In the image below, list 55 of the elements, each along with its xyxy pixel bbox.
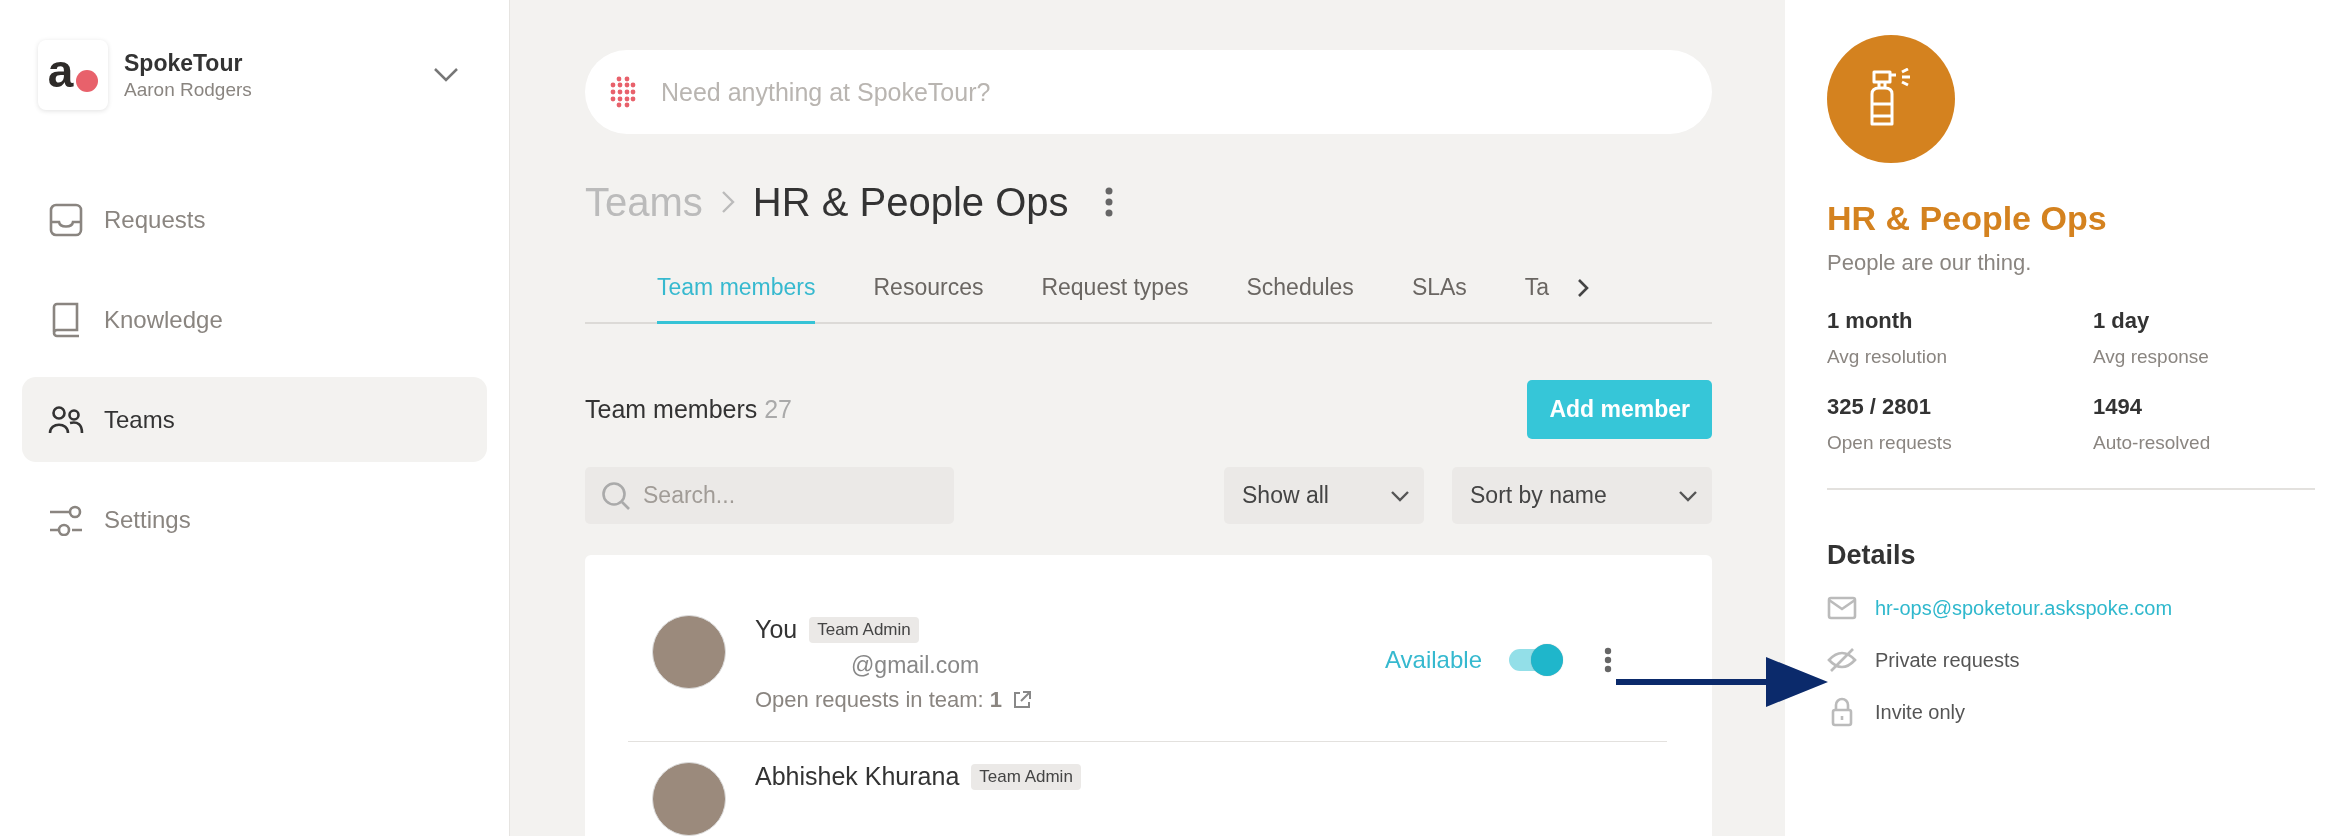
stat-label: Avg resolution [1827, 346, 1949, 368]
tab[interactable]: Resources [873, 254, 984, 324]
nav-item[interactable]: Settings [22, 477, 487, 562]
chevron-down-icon [1390, 489, 1410, 502]
chevron-right-icon[interactable] [1577, 278, 1590, 298]
role-tag: Team Admin [971, 763, 1081, 790]
member-email: @gmail.com [850, 652, 981, 679]
detail-text: Invite only [1875, 700, 1966, 724]
nav-item[interactable]: Knowledge [22, 277, 487, 362]
detail-text: Private requests [1875, 648, 2020, 672]
role-tag: Team Admin [809, 616, 919, 643]
availability-label: Available [1385, 646, 1482, 674]
page-title: HR & People Ops [752, 179, 1069, 225]
member-name: Abhishek Khurana [755, 762, 960, 791]
ask-input[interactable]: Need anything at SpokeTour? [659, 76, 1712, 108]
sort-dropdown[interactable]: Sort by name [1452, 467, 1712, 524]
sliders-icon [48, 503, 84, 536]
chevron-right-icon [720, 190, 735, 214]
chevron-down-icon [1678, 489, 1698, 502]
tab[interactable]: Request types [1041, 254, 1189, 324]
member-name: You [755, 615, 798, 644]
mail-icon [1827, 596, 1857, 620]
tab[interactable]: SLAs [1411, 254, 1467, 324]
inbox-icon [48, 202, 84, 237]
external-link-icon[interactable] [1012, 690, 1033, 710]
stat-label: Open requests [1827, 432, 1953, 454]
eye-slash-icon [1827, 647, 1857, 673]
team-name: HR & People Ops [1827, 199, 2108, 238]
section-title: Team members 27 [585, 395, 793, 424]
search-icon [601, 480, 631, 511]
dots-logo-icon [609, 76, 637, 108]
stat-value: 1 day [2093, 308, 2151, 334]
more-icon[interactable] [1104, 187, 1113, 217]
filter-dropdown[interactable]: Show all [1224, 467, 1424, 524]
nav-item[interactable]: Teams [22, 377, 487, 462]
workspace-logo: a [38, 40, 108, 110]
team-tagline: People are our thing. [1827, 250, 2033, 276]
tab[interactable]: Ta [1524, 254, 1550, 324]
stat-label: Avg response [2093, 346, 2210, 368]
stat-value: 1 month [1827, 308, 1914, 334]
tab[interactable]: Schedules [1246, 254, 1354, 324]
stat-value: 1494 [2093, 394, 2143, 420]
search-field[interactable]: Search... [585, 467, 954, 524]
workspace-name: SpokeTour [124, 49, 244, 77]
stat-value: 325 / 2801 [1827, 394, 1932, 420]
people-icon [48, 404, 84, 435]
user-name: Aaron Rodgers [124, 78, 252, 101]
ask-field[interactable]: Need anything at SpokeTour? [585, 50, 1712, 134]
details-title: Details [1827, 540, 1917, 571]
more-icon[interactable] [1604, 647, 1612, 673]
open-requests-text: Open requests in team: 1 [755, 687, 1003, 713]
search-input[interactable]: Search... [641, 481, 945, 510]
stat-label: Auto-resolved [2093, 432, 2212, 454]
nav-item[interactable]: Requests [22, 177, 487, 262]
chevron-down-icon[interactable] [433, 67, 459, 83]
